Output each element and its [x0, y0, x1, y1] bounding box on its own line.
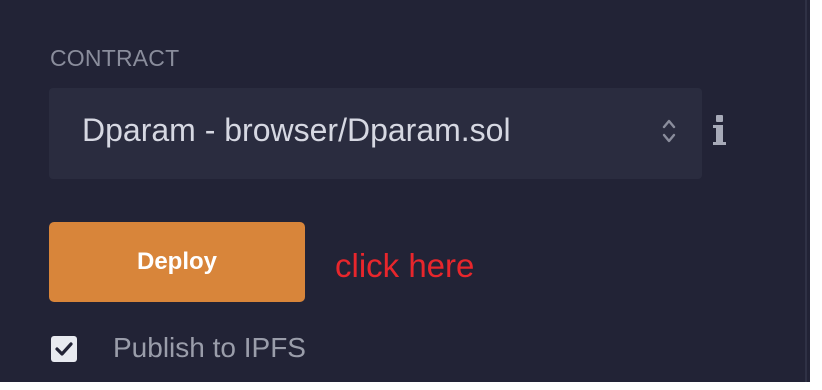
checkmark-icon [55, 342, 73, 356]
deploy-button[interactable]: Deploy [49, 222, 305, 302]
publish-ipfs-label[interactable]: Publish to IPFS [113, 332, 306, 364]
contract-select[interactable]: Dparam - browser/Dparam.sol [49, 88, 702, 179]
panel-divider [805, 0, 807, 382]
deploy-panel: CONTRACT Dparam - browser/Dparam.sol Dep… [0, 0, 810, 382]
contract-label: CONTRACT [50, 45, 180, 71]
publish-ipfs-checkbox[interactable] [51, 336, 77, 362]
click-here-annotation: click here [335, 247, 475, 284]
updown-arrows-icon [661, 116, 677, 146]
info-icon[interactable] [712, 114, 728, 146]
contract-select-value: Dparam - browser/Dparam.sol [82, 112, 511, 148]
